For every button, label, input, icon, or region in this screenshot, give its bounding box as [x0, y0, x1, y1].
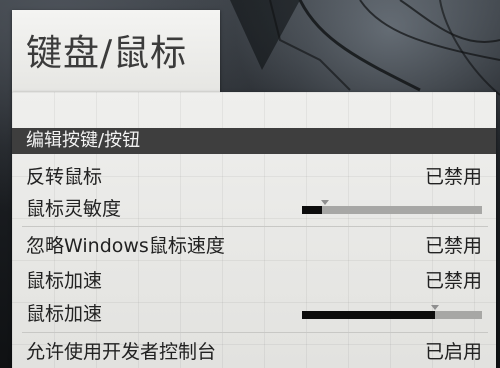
setting-row-developer-console[interactable]: 允许使用开发者控制台 已启用 [12, 337, 496, 367]
mouse-sensitivity-slider-fill [302, 206, 322, 214]
setting-row-mouse-acceleration[interactable]: 鼠标加速 已禁用 [12, 266, 496, 296]
mouse-sensitivity-label: 鼠标灵敏度 [26, 198, 122, 220]
section-header-label: 编辑按键/按钮 [26, 130, 141, 151]
invert-mouse-value[interactable]: 已禁用 [425, 164, 482, 190]
developer-console-label: 允许使用开发者控制台 [26, 341, 217, 363]
developer-console-value[interactable]: 已启用 [425, 339, 482, 365]
page-title: 键盘/鼠标 [26, 33, 188, 74]
settings-panel: 编辑按键/按钮 反转鼠标 已禁用 鼠标灵敏度 忽略Windows鼠标速度 已禁用… [12, 92, 496, 368]
invert-mouse-label: 反转鼠标 [26, 166, 103, 188]
mouse-acceleration-value[interactable]: 已禁用 [425, 268, 482, 294]
divider [22, 332, 488, 333]
mouse-acceleration-slider-marker[interactable] [431, 305, 440, 310]
section-header-edit-bindings[interactable]: 编辑按键/按钮 [12, 128, 496, 154]
mouse-acceleration-label: 鼠标加速 [26, 270, 103, 292]
ignore-windows-mouse-speed-label: 忽略Windows鼠标速度 [26, 235, 225, 257]
ignore-windows-mouse-speed-value[interactable]: 已禁用 [425, 233, 482, 259]
setting-row-mouse-acceleration-amount: 鼠标加速 [12, 299, 496, 329]
setting-row-ignore-windows-mouse-speed[interactable]: 忽略Windows鼠标速度 已禁用 [12, 231, 496, 261]
divider [22, 226, 488, 227]
mouse-acceleration-slider-fill [302, 311, 436, 319]
setting-row-mouse-sensitivity: 鼠标灵敏度 [12, 194, 496, 224]
setting-row-invert-mouse[interactable]: 反转鼠标 已禁用 [12, 162, 496, 192]
title-panel: 键盘/鼠标 [12, 10, 220, 92]
mouse-sensitivity-slider[interactable] [302, 200, 482, 214]
mouse-acceleration-amount-label: 鼠标加速 [26, 303, 103, 325]
mouse-acceleration-slider[interactable] [302, 305, 482, 319]
mouse-sensitivity-slider-marker[interactable] [321, 200, 330, 205]
